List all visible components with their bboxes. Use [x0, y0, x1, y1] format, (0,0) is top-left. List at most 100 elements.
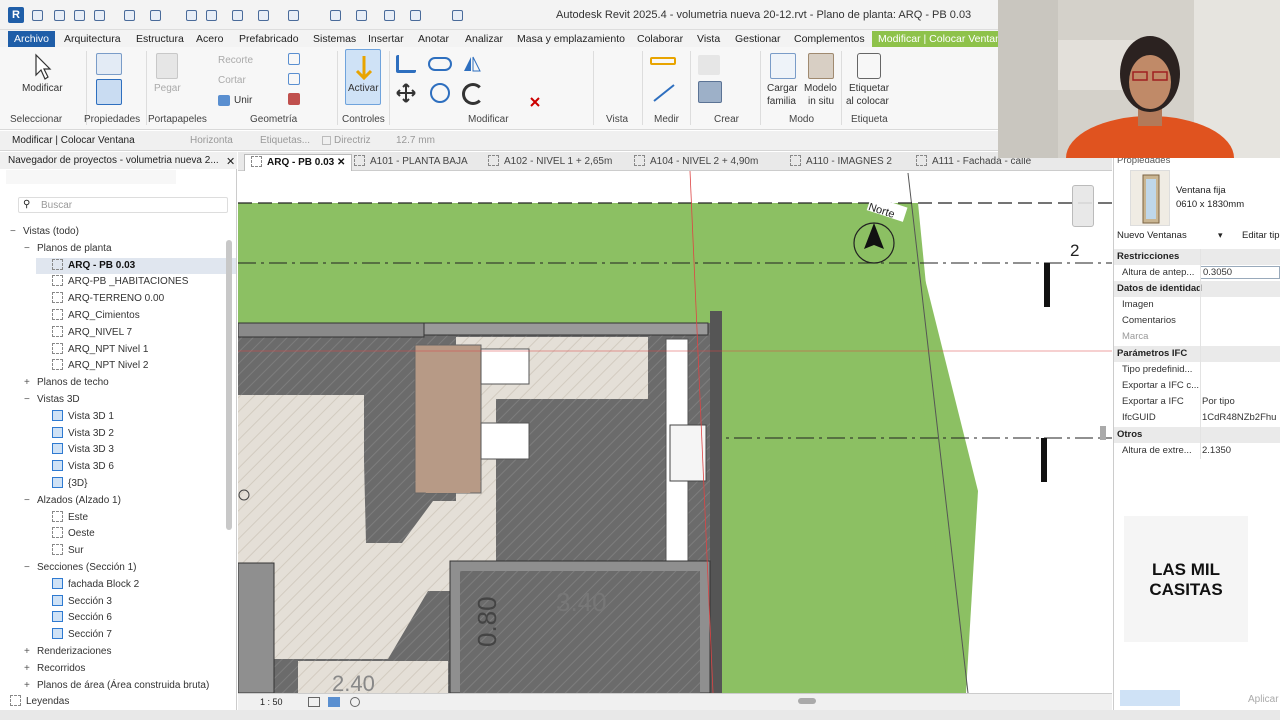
model-in-place-label-1[interactable]: Modelo — [804, 83, 837, 94]
pdf-icon[interactable] — [206, 10, 217, 21]
switch-windows-icon[interactable] — [452, 10, 463, 21]
tag-on-placement-label-2[interactable]: al colocar — [846, 96, 889, 107]
3d-view-icon[interactable] — [356, 10, 367, 21]
modify-button[interactable]: Modificar — [22, 83, 63, 94]
type-properties-icon[interactable] — [96, 53, 122, 75]
dimension-icon[interactable] — [258, 10, 269, 21]
align-icon[interactable] — [396, 55, 416, 73]
open-icon[interactable] — [54, 10, 65, 21]
group-otros[interactable]: Otros — [1114, 427, 1280, 443]
create-similar-icon[interactable] — [698, 55, 720, 75]
tab-gestionar[interactable]: Gestionar — [735, 31, 781, 47]
browser-item[interactable]: Vista 3D 6 — [36, 459, 236, 475]
move-icon[interactable] — [396, 83, 416, 103]
properties-filter-bar[interactable] — [1120, 690, 1180, 706]
browser-item[interactable]: ARQ_NIVEL 7 — [36, 325, 236, 341]
mirror-icon[interactable] — [462, 55, 482, 73]
browser-item[interactable]: Vista 3D 1 — [36, 409, 236, 425]
offset-icon[interactable] — [428, 57, 452, 71]
edit-type-button[interactable]: Editar tip — [1242, 230, 1280, 241]
type-selector[interactable]: Nuevo Ventanas — [1117, 230, 1187, 241]
tab-complementos[interactable]: Complementos — [794, 31, 865, 47]
orientation-dropdown[interactable]: Horizonta — [190, 135, 233, 146]
apply-button[interactable]: Aplicar — [1248, 694, 1279, 705]
measure-icon[interactable] — [232, 10, 243, 21]
browser-item[interactable]: − Planos de planta — [0, 241, 236, 257]
browser-item[interactable]: fachada Block 2 — [36, 577, 236, 593]
dimension-tool-icon[interactable] — [652, 83, 676, 103]
chevron-down-icon[interactable]: ▾ — [1218, 230, 1223, 241]
panel-geometria[interactable]: Geometría — [250, 114, 297, 125]
panel-modificar[interactable]: Modificar — [468, 114, 509, 125]
tab-insertar[interactable]: Insertar — [368, 31, 404, 47]
text-icon[interactable] — [330, 10, 341, 21]
browser-item[interactable]: {3D} — [36, 476, 236, 492]
browser-item[interactable]: + Renderizaciones — [0, 644, 236, 660]
panel-crear[interactable]: Crear — [714, 114, 739, 125]
browser-item[interactable]: ARQ_Cimientos — [36, 308, 236, 324]
activate-button-bg[interactable] — [345, 49, 381, 105]
browser-scrollbar[interactable] — [226, 240, 232, 530]
create-group-icon[interactable] — [698, 81, 722, 103]
scale-label[interactable]: 1 : 50 — [260, 697, 283, 707]
tab-sistemas[interactable]: Sistemas — [313, 31, 356, 47]
panel-medir[interactable]: Medir — [654, 114, 679, 125]
close-hidden-icon[interactable] — [410, 10, 421, 21]
grid-bubble-2[interactable]: 2 — [1070, 241, 1079, 261]
view-tab[interactable]: ARQ - PB 0.03 ✕ — [244, 154, 353, 171]
browser-item[interactable]: − Vistas (todo) — [0, 224, 236, 240]
wall-join-icon[interactable] — [288, 73, 300, 85]
collapse-icon[interactable]: − — [24, 392, 34, 408]
tab-prefabricado[interactable]: Prefabricado — [239, 31, 299, 47]
sync-icon[interactable] — [94, 10, 105, 21]
tab-estructura[interactable]: Estructura — [136, 31, 184, 47]
leader-checkbox[interactable] — [322, 136, 331, 145]
paste-icon[interactable] — [156, 53, 178, 79]
delete-icon[interactable] — [530, 97, 540, 107]
browser-item[interactable]: − Secciones (Sección 1) — [0, 560, 236, 576]
tab-acero[interactable]: Acero — [196, 31, 223, 47]
panel-propiedades[interactable]: Propiedades — [84, 114, 140, 125]
save-icon[interactable] — [74, 10, 85, 21]
panel-vista[interactable]: Vista — [606, 114, 628, 125]
panel-controles[interactable]: Controles — [342, 114, 385, 125]
print-icon[interactable] — [186, 10, 197, 21]
browser-item[interactable]: Leyendas — [0, 694, 236, 710]
redo-icon[interactable] — [150, 10, 161, 21]
expand-icon[interactable]: + — [24, 678, 34, 694]
demolish-icon[interactable] — [288, 93, 300, 105]
home-icon[interactable] — [32, 10, 43, 21]
tags-button[interactable]: Etiquetas... — [260, 135, 310, 146]
close-icon[interactable]: ✕ — [226, 155, 235, 168]
load-family-label-2[interactable]: familia — [767, 96, 796, 107]
model-in-place-label-2[interactable]: in situ — [808, 96, 834, 107]
browser-item[interactable]: Oeste — [36, 526, 236, 542]
tag-on-placement-icon[interactable] — [857, 53, 881, 79]
visual-style-icon[interactable] — [328, 697, 340, 707]
browser-search-input[interactable]: ⚲ Buscar — [18, 197, 228, 213]
tab-archivo[interactable]: Archivo — [8, 31, 56, 47]
load-family-label-1[interactable]: Cargar — [767, 83, 798, 94]
browser-item[interactable]: Vista 3D 2 — [36, 426, 236, 442]
group-ifc[interactable]: Parámetros IFC — [1114, 346, 1280, 362]
sun-path-icon[interactable] — [350, 697, 360, 707]
undo-icon[interactable] — [124, 10, 135, 21]
activate-button[interactable]: Activar — [348, 83, 379, 94]
tag-on-placement-label-1[interactable]: Etiquetar — [849, 83, 889, 94]
browser-item[interactable]: + Recorridos — [0, 661, 236, 677]
tab-analizar[interactable]: Analizar — [465, 31, 503, 47]
paste-button[interactable]: Pegar — [154, 83, 181, 94]
collapse-icon[interactable]: − — [24, 493, 34, 509]
tab-modificar-colocar-ventana[interactable]: Modificar | Colocar Ventana — [872, 31, 1013, 47]
rotate-icon[interactable] — [462, 83, 484, 105]
join-button[interactable]: Unir — [234, 95, 252, 106]
panel-portapapeles[interactable]: Portapapeles — [148, 114, 207, 125]
browser-item[interactable]: + Planos de área (Área construida bruta) — [0, 678, 236, 694]
view-tab[interactable]: A102 - NIVEL 1 + 2,65m — [488, 154, 612, 171]
tab-vista[interactable]: Vista — [697, 31, 720, 47]
browser-item[interactable]: ARQ - PB 0.03 — [36, 257, 236, 274]
group-identidad[interactable]: Datos de identidad — [1114, 281, 1280, 297]
tab-anotar[interactable]: Anotar — [418, 31, 449, 47]
properties-icon[interactable] — [96, 79, 122, 105]
browser-item[interactable]: − Vistas 3D — [0, 392, 236, 408]
